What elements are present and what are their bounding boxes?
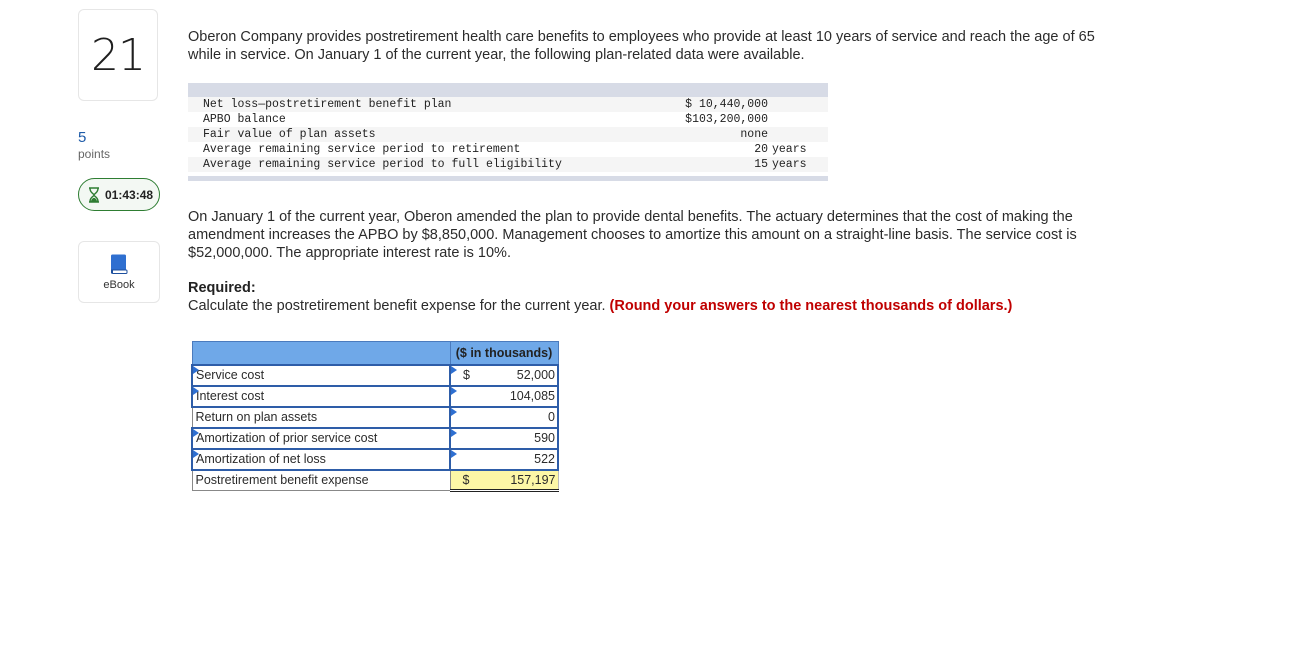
given-rows: Net loss—postretirement benefit plan $ 1…	[188, 97, 828, 172]
input-marker-icon	[451, 365, 457, 374]
amount-value: 104,085	[509, 389, 555, 403]
given-label: Fair value of plan assets	[203, 128, 376, 141]
row-label: Amortization of net loss	[196, 452, 326, 466]
row-label: Return on plan assets	[191, 406, 451, 428]
currency-symbol: $	[462, 472, 470, 487]
given-label: Average remaining service period to full…	[203, 158, 562, 171]
ebook-label: eBook	[103, 278, 135, 291]
given-unit: years	[772, 158, 807, 171]
question-number: 21	[91, 29, 146, 81]
given-data-table: Net loss—postretirement benefit plan $ 1…	[188, 83, 828, 181]
question-number-box: 21	[78, 9, 158, 101]
given-table-top-bar	[188, 83, 828, 97]
required-instruction-text: Calculate the postretirement benefit exp…	[188, 298, 606, 314]
row-label: Service cost	[196, 368, 265, 382]
rounding-instruction: (Round your answers to the nearest thous…	[609, 298, 1013, 314]
amount-value: 0	[548, 410, 555, 424]
input-marker-icon	[451, 386, 457, 395]
total-label-text: Postretirement benefit expense	[195, 473, 369, 488]
given-value: $ 10,440,000	[685, 98, 768, 111]
column-header: ($ in thousands)	[449, 341, 559, 365]
amount-input[interactable]: 522	[449, 447, 559, 471]
required-text: Calculate the postretirement benefit exp…	[188, 298, 1188, 314]
total-value: 157,197	[510, 472, 556, 487]
given-row: APBO balance $103,200,000	[188, 112, 828, 127]
amount-value: 52,000	[516, 368, 555, 382]
row-label-input[interactable]: Amortization of net loss	[191, 447, 451, 471]
given-unit	[768, 112, 822, 127]
given-value: 15	[754, 158, 768, 171]
header-blank-cell	[191, 341, 451, 365]
amount-input[interactable]: 104,085	[449, 384, 559, 408]
row-label: Interest cost	[196, 389, 265, 403]
given-row: Average remaining service period to reti…	[188, 142, 828, 157]
amount-value: 590	[534, 431, 555, 445]
given-label: APBO balance	[203, 113, 286, 126]
amount-input[interactable]: $52,000	[449, 363, 559, 387]
row-label-input[interactable]: Amortization of prior service cost	[191, 426, 451, 450]
amendment-text: On January 1 of the current year, Oberon…	[188, 209, 1077, 261]
row-label: Amortization of prior service cost	[196, 431, 378, 445]
table-row: Interest cost 104,085	[191, 384, 559, 408]
given-label: Net loss—postretirement benefit plan	[203, 98, 452, 111]
book-icon	[111, 254, 128, 274]
given-label: Average remaining service period to reti…	[203, 143, 521, 156]
ebook-button[interactable]: eBook	[78, 241, 160, 303]
table-row: Service cost $52,000	[191, 363, 559, 387]
given-row: Net loss—postretirement benefit plan $ 1…	[188, 97, 828, 112]
table-row: Amortization of prior service cost 590	[191, 426, 559, 450]
amount-value: 522	[534, 452, 555, 466]
points-label: points	[78, 147, 111, 161]
given-row: Fair value of plan assets none	[188, 127, 828, 142]
amount-input[interactable]: 590	[449, 426, 559, 450]
amount-input[interactable]: 0	[449, 405, 559, 429]
answer-table: ($ in thousands) Service cost $52,000 In…	[191, 341, 559, 492]
given-row: Average remaining service period to full…	[188, 157, 828, 172]
given-value: $103,200,000	[685, 113, 768, 126]
timer-badge: 01:43:48	[78, 178, 160, 211]
row-label-text: Return on plan assets	[195, 410, 318, 424]
currency-symbol: $	[463, 367, 470, 382]
intro-text: Oberon Company provides postretirement h…	[188, 29, 1095, 63]
input-marker-icon	[451, 449, 457, 458]
row-label-input[interactable]: Service cost	[191, 363, 451, 387]
given-table-bottom-bar	[188, 176, 828, 181]
total-label: Postretirement benefit expense	[191, 469, 451, 491]
input-marker-icon	[193, 428, 199, 437]
points-value: 5	[78, 129, 87, 146]
given-unit	[768, 97, 822, 112]
table-row: Return on plan assets 0	[191, 405, 559, 429]
given-unit	[768, 127, 822, 142]
required-title: Required:	[188, 280, 256, 296]
given-value: none	[740, 128, 768, 141]
given-value: 20	[754, 143, 768, 156]
input-marker-icon	[451, 428, 457, 437]
input-marker-icon	[193, 386, 199, 395]
input-marker-icon	[451, 407, 457, 416]
input-marker-icon	[193, 449, 199, 458]
total-amount: $157,197	[449, 469, 559, 492]
given-unit: years	[772, 143, 807, 156]
timer-text: 01:43:48	[105, 187, 154, 202]
hourglass-icon	[89, 186, 99, 203]
row-label-input[interactable]: Interest cost	[191, 384, 451, 408]
answer-table-header: ($ in thousands)	[191, 341, 559, 365]
table-row: Amortization of net loss 522	[191, 447, 559, 471]
input-marker-icon	[193, 365, 199, 374]
total-row: Postretirement benefit expense $157,197	[191, 469, 559, 492]
